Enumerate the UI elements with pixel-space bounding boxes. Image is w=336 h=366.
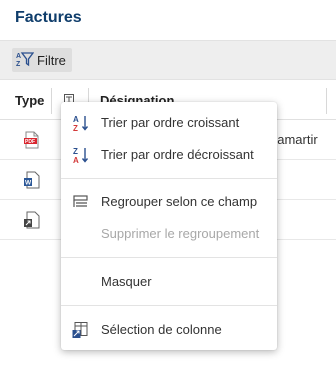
menu-item-column-selection[interactable]: Sélection de colonne: [61, 315, 277, 345]
svg-text:A: A: [16, 53, 21, 60]
generic-file-icon: [24, 211, 40, 234]
group-icon: [72, 193, 90, 211]
column-divider[interactable]: [326, 88, 327, 114]
svg-text:Z: Z: [73, 124, 78, 132]
svg-text:PDF: PDF: [25, 139, 35, 145]
page-title: Factures: [15, 9, 82, 26]
menu-separator: [61, 257, 277, 258]
svg-text:W: W: [25, 180, 32, 187]
svg-text:Z: Z: [16, 61, 21, 67]
menu-item-group-by-field[interactable]: Regrouper selon ce champ: [61, 187, 277, 217]
toolbar: A Z Filtre: [0, 40, 336, 80]
column-divider[interactable]: [51, 88, 52, 114]
sort-descending-icon: Z A: [72, 146, 90, 165]
menu-item-remove-grouping[interactable]: Supprimer le regroupement: [61, 219, 277, 249]
column-selection-icon: [72, 321, 90, 339]
menu-separator: [61, 178, 277, 179]
svg-text:A: A: [73, 156, 79, 164]
sort-ascending-icon: A Z: [72, 114, 90, 133]
svg-text:A: A: [73, 115, 79, 124]
menu-item-sort-descending[interactable]: Z A Trier par ordre décroissant: [61, 140, 277, 170]
svg-text:Z: Z: [73, 147, 78, 156]
pdf-file-icon: PDF: [24, 131, 40, 154]
filter-button[interactable]: A Z Filtre: [12, 48, 72, 72]
word-file-icon: W: [24, 171, 40, 194]
column-context-menu: A Z Trier par ordre croissant Z A Trier …: [61, 102, 277, 350]
row-designation: Lamartir: [270, 132, 318, 147]
menu-separator: [61, 305, 277, 306]
menu-item-hide[interactable]: Masquer: [61, 267, 277, 297]
menu-item-sort-ascending[interactable]: A Z Trier par ordre croissant: [61, 108, 277, 138]
filter-button-label: Filtre: [37, 52, 66, 68]
column-header-type[interactable]: Type: [15, 93, 44, 108]
filter-icon: A Z: [16, 51, 35, 70]
